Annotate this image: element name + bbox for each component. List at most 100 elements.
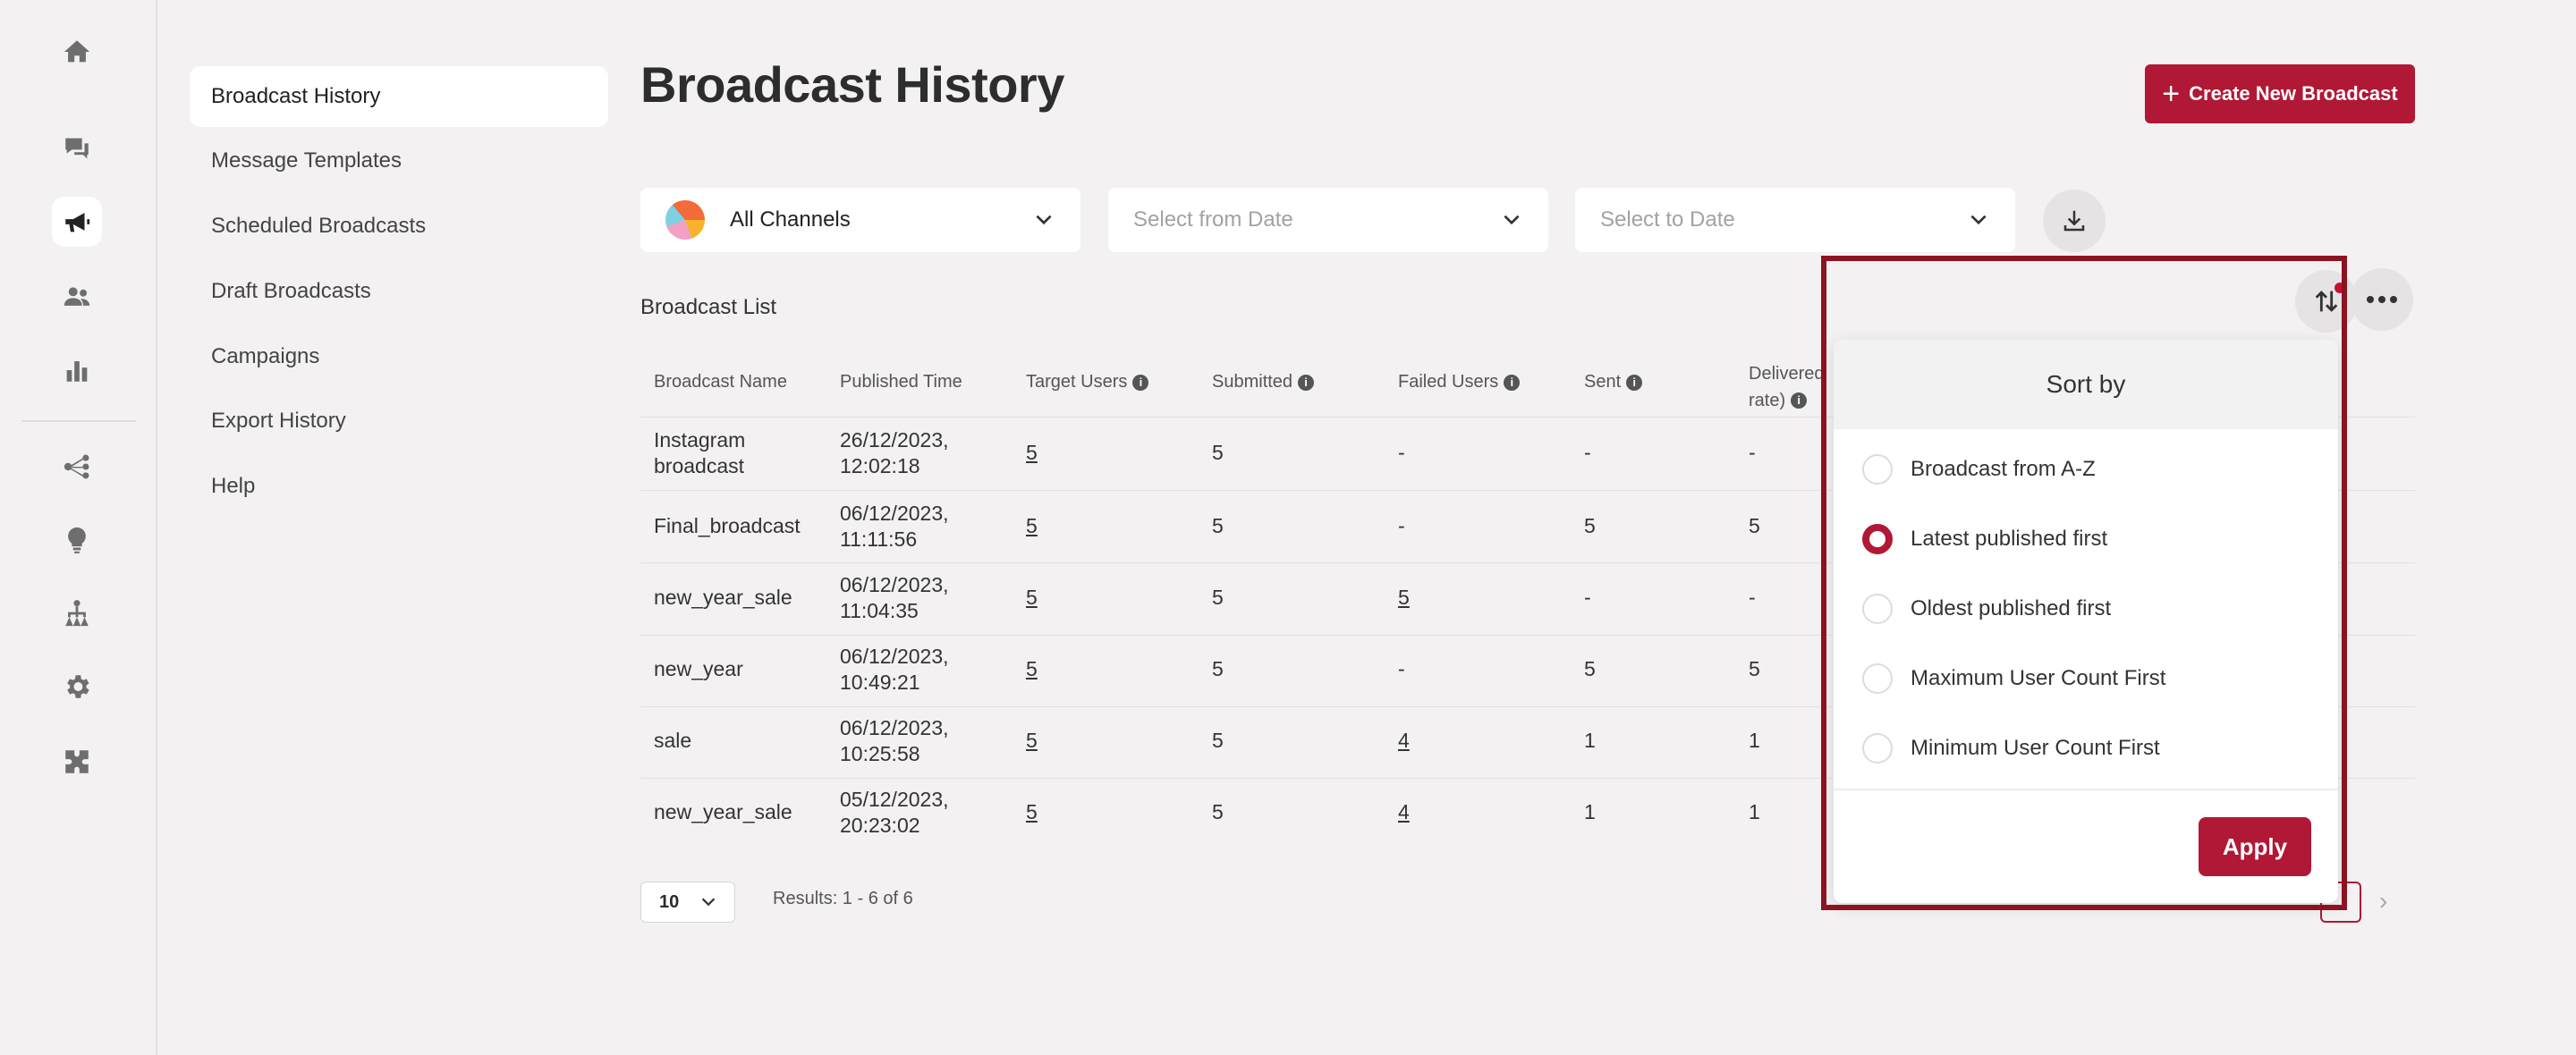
column-label: Submitted xyxy=(1212,372,1293,392)
chevron-down-icon xyxy=(1970,215,1987,225)
nav-item-export-history[interactable]: Export History xyxy=(190,391,608,452)
sort-option-latest-first[interactable]: Latest published first xyxy=(1862,524,2107,554)
radio-button[interactable] xyxy=(1862,594,1893,624)
download-button[interactable] xyxy=(2043,190,2106,252)
nav-item-message-templates[interactable]: Message Templates xyxy=(190,131,608,191)
sort-option-label: Oldest published first xyxy=(1911,596,2112,620)
create-button-label: Create New Broadcast xyxy=(2189,82,2398,105)
cell-published-time-line: 10:49:21 xyxy=(840,671,920,694)
active-sort-dot xyxy=(2334,283,2345,293)
column-header-delivered[interactable]: Delivered rate) i xyxy=(1749,361,1824,413)
puzzle-icon[interactable] xyxy=(52,737,102,787)
cell-broadcast-name: new_year_sale xyxy=(654,799,792,825)
column-label: Published Time xyxy=(840,372,962,392)
cell-target-users[interactable]: 5 xyxy=(1026,728,1038,754)
info-icon[interactable]: i xyxy=(1298,374,1315,391)
column-label: Broadcast Name xyxy=(654,372,787,392)
cell-broadcast-name: Instagram broadcast xyxy=(654,427,745,479)
info-icon[interactable]: i xyxy=(1504,374,1521,391)
flow-icon[interactable] xyxy=(52,442,102,492)
nav-item-draft-broadcasts[interactable]: Draft Broadcasts xyxy=(190,261,608,322)
cell-submitted: 5 xyxy=(1212,800,1224,823)
cell-target-users[interactable]: 5 xyxy=(1026,799,1038,825)
cell-published-time-line: 06/12/2023, xyxy=(840,716,949,739)
info-icon[interactable]: i xyxy=(1791,392,1808,409)
column-header-failed-users[interactable]: Failed Users i xyxy=(1398,372,1521,392)
create-new-broadcast-button[interactable]: + Create New Broadcast xyxy=(2145,64,2415,123)
sort-dropdown: Sort by Broadcast from A-Z Latest publis… xyxy=(1834,340,2338,903)
chat-icon[interactable] xyxy=(52,123,102,173)
bulb-icon[interactable] xyxy=(52,515,102,565)
results-count: Results: 1 - 6 of 6 xyxy=(773,889,913,908)
cell-target-users[interactable]: 5 xyxy=(1026,656,1038,682)
cell-published-time-line: 06/12/2023, xyxy=(840,573,949,596)
cell-target-users[interactable]: 5 xyxy=(1026,513,1038,539)
megaphone-icon[interactable] xyxy=(52,197,102,247)
hierarchy-icon[interactable] xyxy=(52,588,102,638)
sort-title: Sort by xyxy=(1834,340,2338,429)
cell-broadcast-name-line: Instagram xyxy=(654,428,746,452)
channel-select[interactable]: All Channels xyxy=(640,188,1080,252)
column-header-published-time[interactable]: Published Time xyxy=(840,372,962,392)
sort-option-a-z[interactable]: Broadcast from A-Z xyxy=(1862,454,2096,485)
nav-item-help[interactable]: Help xyxy=(190,456,608,517)
cell-published-time: 06/12/2023, 11:11:56 xyxy=(840,501,949,553)
cell-published-time: 26/12/2023, 12:02:18 xyxy=(840,427,949,479)
radio-button[interactable] xyxy=(1862,454,1893,485)
cell-broadcast-name-line: Final_broadcast xyxy=(654,514,801,537)
page-title: Broadcast History xyxy=(640,56,1064,113)
users-icon[interactable] xyxy=(52,272,102,322)
cell-broadcast-name-line: new_year xyxy=(654,657,743,680)
sort-button[interactable] xyxy=(2295,270,2358,333)
radio-button[interactable] xyxy=(1862,663,1893,694)
chevron-down-icon xyxy=(702,898,716,907)
broadcast-list-title: Broadcast List xyxy=(640,295,777,319)
cell-broadcast-name-line: broadcast xyxy=(654,454,745,477)
cell-delivered: - xyxy=(1749,441,1756,464)
home-icon[interactable] xyxy=(52,27,102,77)
cell-published-time-line: 05/12/2023, xyxy=(840,788,949,811)
radio-button-checked[interactable] xyxy=(1862,524,1893,554)
download-icon xyxy=(2063,210,2085,232)
info-icon[interactable]: i xyxy=(1132,374,1149,391)
from-date-select[interactable]: Select from Date xyxy=(1108,188,1548,252)
sort-option-min-users[interactable]: Minimum User Count First xyxy=(1862,733,2160,764)
column-header-submitted[interactable]: Submitted i xyxy=(1212,372,1315,392)
radio-button[interactable] xyxy=(1862,733,1893,764)
info-icon[interactable]: i xyxy=(1626,374,1643,391)
channel-select-value: All Channels xyxy=(730,207,851,232)
cell-broadcast-name-line: sale xyxy=(654,729,692,752)
sort-option-oldest-first[interactable]: Oldest published first xyxy=(1862,594,2111,624)
cell-broadcast-name-line: new_year_sale xyxy=(654,800,792,823)
sort-option-label: Minimum User Count First xyxy=(1911,736,2160,760)
cell-published-time: 06/12/2023, 10:25:58 xyxy=(840,715,949,767)
cell-published-time-line: 06/12/2023, xyxy=(840,502,949,525)
cell-target-users[interactable]: 5 xyxy=(1026,585,1038,611)
cell-failed-users[interactable]: 4 xyxy=(1398,728,1410,754)
cell-failed-users[interactable]: 5 xyxy=(1398,585,1410,611)
column-header-sent[interactable]: Sent i xyxy=(1584,372,1643,392)
column-header-target-users[interactable]: Target Users i xyxy=(1026,372,1149,392)
nav-item-campaigns[interactable]: Campaigns xyxy=(190,326,608,387)
next-page-icon[interactable]: › xyxy=(2379,887,2387,916)
nav-item-scheduled-broadcasts[interactable]: Scheduled Broadcasts xyxy=(190,196,608,257)
cell-sent: - xyxy=(1584,441,1591,464)
apply-button[interactable]: Apply xyxy=(2199,817,2311,876)
dot xyxy=(2378,296,2385,303)
cell-failed-users: - xyxy=(1398,514,1405,537)
cell-failed-users[interactable]: 4 xyxy=(1398,799,1410,825)
page-size-select[interactable]: 10 xyxy=(640,882,735,923)
gear-icon[interactable] xyxy=(52,662,102,712)
more-options-button[interactable] xyxy=(2351,268,2413,331)
page-size-value: 10 xyxy=(659,891,680,912)
icon-rail xyxy=(0,0,157,1055)
cell-broadcast-name: sale xyxy=(654,728,691,754)
nav-item-broadcast-history[interactable]: Broadcast History xyxy=(190,66,608,127)
sort-option-max-users[interactable]: Maximum User Count First xyxy=(1862,663,2165,694)
column-header-name[interactable]: Broadcast Name xyxy=(654,372,787,392)
cell-published-time-line: 06/12/2023, xyxy=(840,645,949,668)
to-date-select[interactable]: Select to Date xyxy=(1575,188,2015,252)
bar-chart-icon[interactable] xyxy=(52,345,102,395)
cell-target-users[interactable]: 5 xyxy=(1026,440,1038,466)
column-label: Target Users xyxy=(1026,372,1128,392)
